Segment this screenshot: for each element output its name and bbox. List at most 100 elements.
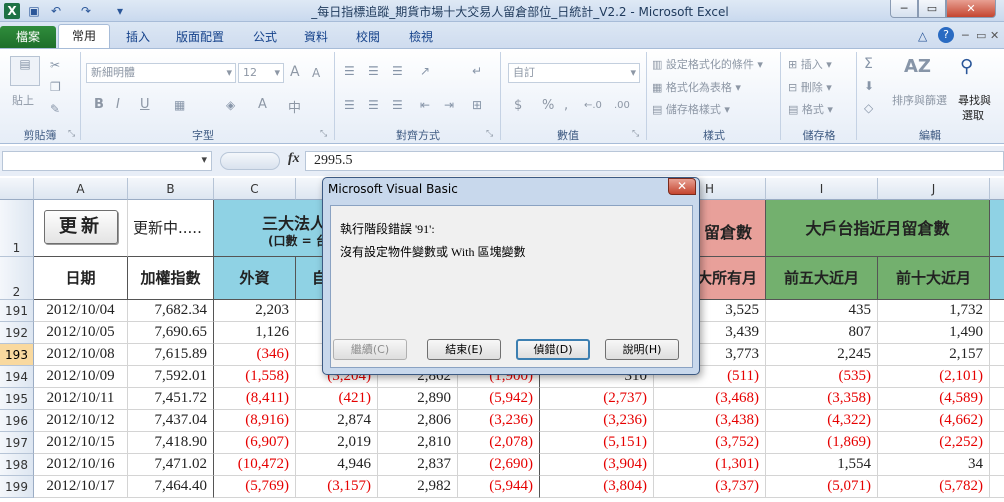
table-cell[interactable]: (8,916) bbox=[214, 410, 296, 432]
cell-overflow[interactable] bbox=[990, 257, 1004, 300]
table-cell[interactable]: (2,252) bbox=[878, 432, 990, 454]
italic-button[interactable]: I bbox=[116, 97, 120, 112]
doc-minimize-button[interactable]: ─ bbox=[962, 29, 969, 42]
help-icon[interactable]: ? bbox=[938, 27, 954, 43]
row-header[interactable]: 199 bbox=[0, 476, 34, 498]
table-cell[interactable]: (6,907) bbox=[214, 432, 296, 454]
customize-qat-icon[interactable]: ▾ bbox=[112, 3, 128, 19]
tab-home[interactable]: 常用 bbox=[58, 24, 110, 49]
table-cell[interactable]: 7,690.65 bbox=[128, 322, 214, 344]
table-cell[interactable]: 2012/10/08 bbox=[34, 344, 128, 366]
formula-bar-handle[interactable] bbox=[220, 152, 280, 170]
decrease-decimal-button[interactable]: .00 bbox=[614, 100, 630, 111]
table-cell[interactable]: 2,203 bbox=[214, 300, 296, 322]
borders-icon[interactable]: ▦ bbox=[174, 98, 185, 112]
continue-button[interactable]: 繼續(C) bbox=[333, 339, 407, 360]
table-cell[interactable]: 4,946 bbox=[296, 454, 378, 476]
table-cell[interactable]: (5,942) bbox=[458, 388, 540, 410]
number-launcher-icon[interactable]: ⤡ bbox=[632, 129, 639, 139]
cell-overflow[interactable] bbox=[990, 410, 1004, 432]
debug-button[interactable]: 偵錯(D) bbox=[516, 339, 590, 360]
table-cell[interactable]: 2,019 bbox=[296, 432, 378, 454]
align-middle-icon[interactable]: ☰ bbox=[368, 64, 379, 78]
table-cell[interactable]: (5,782) bbox=[878, 476, 990, 498]
comma-button[interactable]: , bbox=[564, 98, 568, 113]
table-cell[interactable]: 2,874 bbox=[296, 410, 378, 432]
phonetic-button[interactable]: 中 bbox=[288, 97, 301, 116]
update-button[interactable]: 更新 bbox=[44, 210, 118, 244]
tab-page-layout[interactable]: 版面配置 bbox=[166, 26, 234, 48]
cell-overflow[interactable] bbox=[990, 300, 1004, 322]
row-header[interactable]: 198 bbox=[0, 454, 34, 476]
table-cell[interactable]: (2,101) bbox=[878, 366, 990, 388]
dialog-close-button[interactable]: ✕ bbox=[668, 178, 696, 195]
cell-overflow[interactable] bbox=[990, 200, 1004, 257]
table-cell[interactable]: 1,126 bbox=[214, 322, 296, 344]
shrink-font-button[interactable]: A bbox=[312, 66, 320, 80]
undo-icon[interactable]: ↶ bbox=[48, 3, 64, 19]
tab-data[interactable]: 資料 bbox=[294, 26, 338, 48]
row-header[interactable]: 1 bbox=[0, 200, 34, 257]
table-cell[interactable]: 7,418.90 bbox=[128, 432, 214, 454]
tab-insert[interactable]: 插入 bbox=[116, 26, 160, 48]
ribbon-minimize-icon[interactable]: △ bbox=[918, 29, 927, 43]
cut-icon[interactable]: ✂ bbox=[50, 58, 60, 72]
font-color-button[interactable]: A bbox=[258, 97, 267, 112]
table-cell[interactable]: 2012/10/17 bbox=[34, 476, 128, 498]
row-header[interactable]: 193 bbox=[0, 344, 34, 366]
table-cell[interactable]: (5,944) bbox=[458, 476, 540, 498]
table-cell[interactable]: 2012/10/12 bbox=[34, 410, 128, 432]
align-center-icon[interactable]: ☰ bbox=[368, 98, 379, 112]
orientation-icon[interactable]: ↗ bbox=[420, 64, 430, 78]
table-cell[interactable]: 2012/10/04 bbox=[34, 300, 128, 322]
row-header[interactable]: 195 bbox=[0, 388, 34, 410]
format-painter-icon[interactable]: ✎ bbox=[50, 102, 60, 116]
copy-icon[interactable]: ❐ bbox=[50, 80, 61, 94]
doc-restore-button[interactable]: ▭ bbox=[976, 29, 986, 42]
table-cell[interactable]: 2,806 bbox=[378, 410, 458, 432]
decrease-indent-icon[interactable]: ⇤ bbox=[420, 98, 430, 112]
table-cell[interactable]: (4,589) bbox=[878, 388, 990, 410]
underline-button[interactable]: U bbox=[140, 97, 150, 112]
table-cell[interactable]: 1,490 bbox=[878, 322, 990, 344]
table-cell[interactable]: (346) bbox=[214, 344, 296, 366]
cell-overflow[interactable] bbox=[990, 322, 1004, 344]
binoculars-icon[interactable]: ⚲ bbox=[960, 56, 973, 77]
percent-button[interactable]: % bbox=[542, 98, 554, 113]
align-left-icon[interactable]: ☰ bbox=[344, 98, 355, 112]
delete-cells-button[interactable]: ⊟ 刪除 ▾ bbox=[788, 79, 832, 95]
table-cell[interactable]: 2,810 bbox=[378, 432, 458, 454]
fill-icon[interactable]: ⬇ bbox=[864, 79, 874, 93]
align-bottom-icon[interactable]: ☰ bbox=[392, 64, 403, 78]
row-header[interactable]: 191 bbox=[0, 300, 34, 322]
table-cell[interactable]: (3,804) bbox=[540, 476, 654, 498]
cell-overflow[interactable] bbox=[990, 476, 1004, 498]
doc-close-button[interactable]: ✕ bbox=[990, 29, 999, 42]
tab-file[interactable]: 檔案 bbox=[0, 26, 56, 48]
tab-formulas[interactable]: 公式 bbox=[243, 26, 287, 48]
end-button[interactable]: 結束(E) bbox=[427, 339, 501, 360]
excel-logo-icon[interactable]: X bbox=[4, 3, 20, 19]
column-header[interactable]: B bbox=[128, 178, 214, 200]
autosum-icon[interactable]: Σ bbox=[864, 56, 873, 72]
table-cell[interactable]: 2,245 bbox=[766, 344, 878, 366]
table-cell[interactable]: 2,890 bbox=[378, 388, 458, 410]
column-header[interactable]: A bbox=[34, 178, 128, 200]
row-header[interactable]: 197 bbox=[0, 432, 34, 454]
formula-input[interactable]: 2995.5 bbox=[305, 151, 1004, 171]
cell-styles-button[interactable]: ▤ 儲存格樣式 ▾ bbox=[652, 101, 730, 117]
table-cell[interactable]: 2012/10/11 bbox=[34, 388, 128, 410]
find-select-label-2[interactable]: 選取 bbox=[962, 107, 984, 123]
wrap-text-icon[interactable]: ↵ bbox=[472, 64, 482, 78]
table-cell[interactable]: (2,078) bbox=[458, 432, 540, 454]
table-cell[interactable]: (2,737) bbox=[540, 388, 654, 410]
table-cell[interactable]: 7,615.89 bbox=[128, 344, 214, 366]
table-cell[interactable]: (3,236) bbox=[540, 410, 654, 432]
table-cell[interactable]: 2,837 bbox=[378, 454, 458, 476]
table-cell[interactable]: 2012/10/15 bbox=[34, 432, 128, 454]
tab-review[interactable]: 校閱 bbox=[346, 26, 390, 48]
alignment-launcher-icon[interactable]: ⤡ bbox=[486, 129, 493, 139]
table-cell[interactable]: (2,690) bbox=[458, 454, 540, 476]
minimize-button[interactable]: ─ bbox=[890, 0, 918, 18]
number-format-combo[interactable]: 自訂 ▾ bbox=[508, 63, 640, 83]
